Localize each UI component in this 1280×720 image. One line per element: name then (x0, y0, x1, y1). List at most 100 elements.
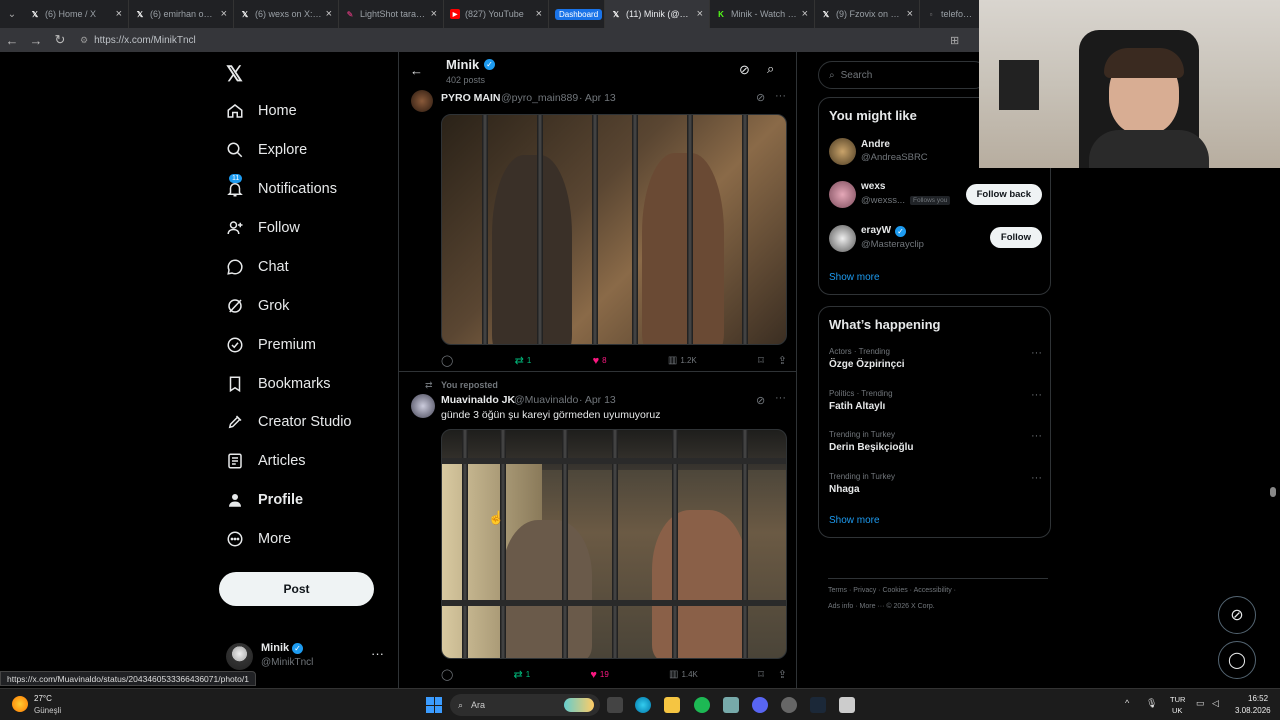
sidebar-item-articles[interactable]: Articles (226, 449, 306, 473)
sidebar-item-follow[interactable]: Follow (226, 216, 300, 240)
like-button[interactable]: ♥ 19 (590, 669, 608, 681)
search-icon[interactable]: ⌕ (767, 61, 774, 77)
browser-tab[interactable]: 𝕏 (6) wexs on X: "esk × (234, 0, 339, 28)
close-icon[interactable]: × (221, 8, 227, 20)
trend-item[interactable]: Politics · Trending Fatih Altaylı ··· (829, 389, 1042, 412)
sidebar-item-profile[interactable]: Profile (226, 488, 303, 512)
post-date[interactable]: · Apr 13 (579, 92, 616, 104)
show-more-link[interactable]: Show more (829, 272, 880, 283)
views-button[interactable]: ▥ 1.2K (668, 355, 697, 366)
sidepanel-icon[interactable]: ⊞ (950, 34, 959, 47)
app-icon[interactable] (723, 697, 739, 713)
search-input[interactable]: ⌕ Search (818, 61, 988, 89)
show-more-link[interactable]: Show more (829, 515, 880, 526)
post-author[interactable]: Muavinaldo JK (441, 394, 515, 406)
post-image[interactable] (441, 429, 787, 659)
avatar[interactable] (411, 90, 433, 112)
sidebar-item-explore[interactable]: Explore (226, 138, 307, 162)
weather-icon[interactable] (12, 696, 28, 712)
close-icon[interactable]: × (536, 8, 542, 20)
post[interactable]: PYRO MAIN @pyro_main889 · Apr 13 ⊘ ··· ◯… (399, 90, 796, 372)
account-more-icon[interactable]: ··· (371, 646, 384, 661)
post-image[interactable] (441, 114, 787, 345)
taskbar-search[interactable]: ⌕ Ara (450, 694, 600, 716)
bookmark-icon[interactable]: ⌑ (758, 668, 764, 681)
retweet-button[interactable]: ⇄ 1 (514, 668, 531, 681)
close-icon[interactable]: × (802, 8, 808, 20)
tray-chevron-icon[interactable]: ^ (1125, 698, 1129, 708)
steam-icon[interactable] (810, 697, 826, 713)
network-icon[interactable]: ▭ (1196, 698, 1205, 709)
browser-tab-dashboard[interactable]: Dashboard (549, 0, 605, 28)
reload-icon[interactable]: ↻ (48, 32, 72, 48)
post-handle[interactable]: @Muavinaldo (514, 394, 578, 406)
sidebar-item-grok[interactable]: Grok (226, 294, 289, 318)
close-icon[interactable]: × (116, 8, 122, 20)
volume-icon[interactable]: ◁ (1212, 698, 1219, 709)
calculator-icon[interactable] (839, 697, 855, 713)
spotify-icon[interactable] (694, 697, 710, 713)
close-icon[interactable]: × (431, 8, 437, 20)
discord-icon[interactable] (752, 697, 768, 713)
chat-float-button[interactable]: ◯ (1218, 641, 1256, 679)
close-icon[interactable]: × (697, 8, 703, 20)
keyboard-layout[interactable]: UK (1172, 706, 1182, 715)
app-icon[interactable] (781, 697, 797, 713)
suggested-user[interactable]: erayW ✓ @Masterayclip Follow (829, 224, 1052, 254)
browser-tab[interactable]: ▫ telefon k (920, 0, 980, 28)
grok-icon[interactable]: ⊘ (739, 62, 750, 78)
post-date[interactable]: · Apr 13 (579, 394, 616, 406)
footer-line[interactable]: Terms · Privacy · Cookies · Accessibilit… (828, 578, 1048, 599)
share-icon[interactable]: ⇪ (778, 354, 787, 367)
footer-line[interactable]: Ads info · More ··· © 2026 X Corp. (828, 599, 1048, 615)
windows-start-icon[interactable] (426, 697, 442, 713)
retweet-button[interactable]: ⇄ 1 (515, 354, 532, 367)
back-arrow-icon[interactable]: ← (410, 63, 423, 78)
post-handle[interactable]: @pyro_main889 (501, 92, 578, 104)
forward-arrow-icon[interactable]: → (24, 33, 48, 48)
browser-tab[interactable]: 𝕏 (6) Home / X × (24, 0, 129, 28)
grok-float-button[interactable]: ⊘ (1218, 596, 1256, 634)
sidebar-item-more[interactable]: More (226, 527, 291, 551)
sidebar-item-creator-studio[interactable]: Creator Studio (226, 410, 352, 434)
views-button[interactable]: ▥ 1.4K (669, 669, 698, 680)
more-icon[interactable]: ··· (775, 90, 786, 102)
more-icon[interactable]: ··· (1031, 472, 1042, 484)
close-icon[interactable]: × (326, 8, 332, 20)
edge-icon[interactable] (635, 697, 651, 713)
like-button[interactable]: ♥ 8 (593, 355, 607, 367)
scrollbar[interactable] (1270, 487, 1276, 497)
post-author[interactable]: PYRO MAIN (441, 92, 501, 104)
sidebar-item-premium[interactable]: Premium (226, 333, 316, 357)
reply-button[interactable]: ◯ (441, 354, 453, 367)
back-arrow-icon[interactable]: ← (0, 33, 24, 48)
browser-tab[interactable]: ▶ (827) YouTube × (444, 0, 549, 28)
url-field[interactable]: ⚙ https://x.com/MinikTncl (80, 35, 196, 46)
site-info-icon[interactable]: ⚙ (80, 35, 88, 46)
grok-icon[interactable]: ⊘ (756, 394, 765, 407)
post-button[interactable]: Post (219, 572, 374, 606)
bookmark-icon[interactable]: ⌑ (758, 354, 764, 367)
more-icon[interactable]: ··· (1031, 347, 1042, 359)
more-icon[interactable]: ··· (775, 392, 786, 404)
browser-tab-active[interactable]: 𝕏 (11) Minik (@Minik × (605, 0, 710, 28)
x-logo-icon[interactable]: 𝕏 (226, 62, 248, 86)
trend-item[interactable]: Trending in Turkey Derin Beşikçioğlu ··· (829, 430, 1042, 453)
more-icon[interactable]: ··· (1031, 430, 1042, 442)
more-icon[interactable]: ··· (1031, 389, 1042, 401)
sidebar-item-chat[interactable]: Chat (226, 255, 289, 279)
share-icon[interactable]: ⇪ (778, 668, 787, 681)
follow-button[interactable]: Follow (989, 227, 1042, 248)
tab-search-icon[interactable]: ⌄ (0, 9, 24, 20)
reply-button[interactable]: ◯ (441, 668, 453, 681)
clock-date[interactable]: 3.08.2026 (1235, 706, 1271, 715)
grok-icon[interactable]: ⊘ (756, 91, 765, 104)
sidebar-item-home[interactable]: Home (226, 99, 297, 123)
browser-tab[interactable]: 𝕏 (6) emirhan on X: " × (129, 0, 234, 28)
task-view-icon[interactable] (607, 697, 623, 713)
browser-tab[interactable]: K Minik - Watch clip × (710, 0, 815, 28)
sidebar-item-bookmarks[interactable]: Bookmarks (226, 372, 331, 396)
clock-time[interactable]: 16:52 (1248, 694, 1268, 703)
microphone-icon[interactable]: 🎙 (1146, 698, 1157, 709)
suggested-user[interactable]: wexs @wexss... Follows you Follow back (829, 180, 1052, 210)
